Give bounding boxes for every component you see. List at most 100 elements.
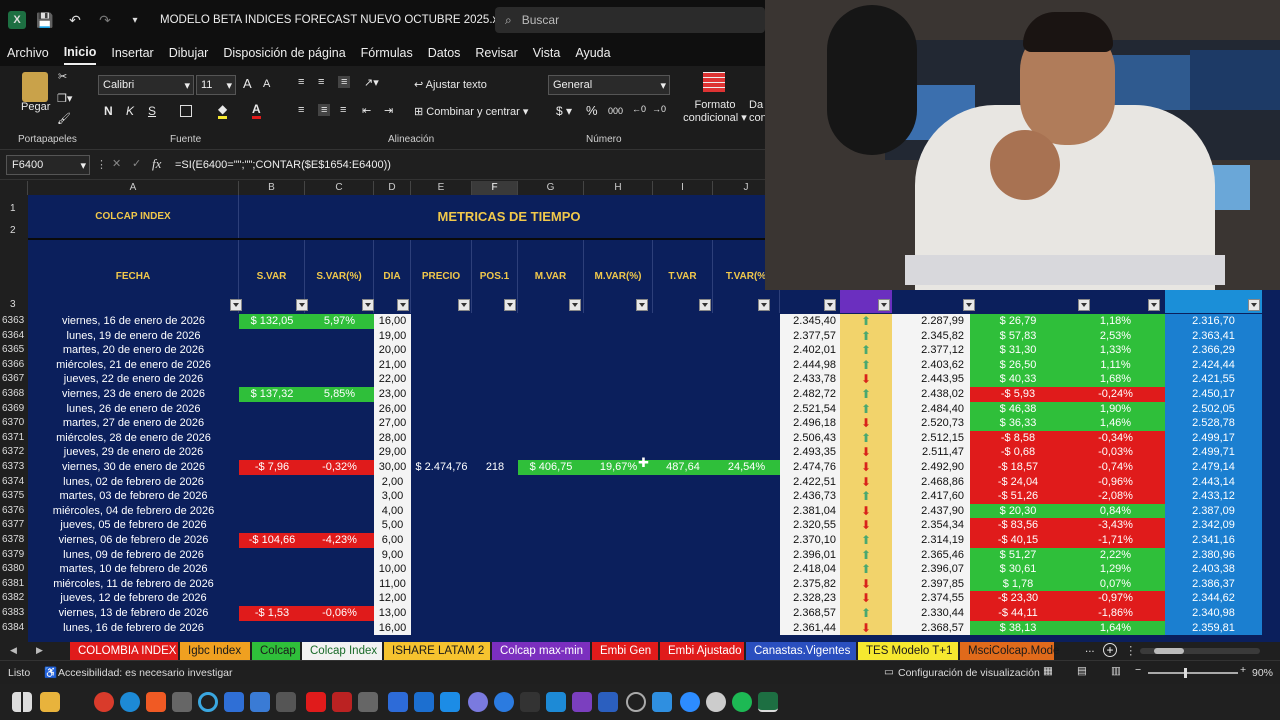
mvar-pct-cell[interactable] bbox=[584, 358, 653, 373]
forecast-cell[interactable]: 2.354,34 bbox=[892, 518, 970, 533]
align-middle-icon[interactable]: ≡ bbox=[318, 76, 324, 88]
avg-cell[interactable]: 2.341,16 bbox=[1165, 533, 1262, 548]
spotify-icon[interactable] bbox=[732, 692, 752, 712]
fecha-cell[interactable]: martes, 27 de enero de 2026 bbox=[28, 416, 239, 431]
diff-pct-cell[interactable]: -0,34% bbox=[1066, 430, 1165, 446]
tab-ishare-latam-2[interactable]: ISHARE LATAM 2 bbox=[384, 642, 490, 660]
page-layout-icon[interactable]: ▤ bbox=[1077, 665, 1087, 677]
percent-button[interactable]: % bbox=[586, 103, 598, 118]
diff-cell[interactable]: $ 38,13 bbox=[970, 620, 1066, 636]
dia-cell[interactable]: 6,00 bbox=[374, 533, 411, 548]
align-center-icon[interactable]: ≡ bbox=[318, 104, 331, 116]
mvar-pct-cell[interactable] bbox=[584, 402, 653, 417]
price-cell[interactable]: 2.506,43 bbox=[780, 430, 840, 446]
tvar-pct-cell[interactable] bbox=[713, 402, 780, 417]
normal-view-icon[interactable]: ▦ bbox=[1043, 665, 1053, 677]
menu-insertar[interactable]: Insertar bbox=[111, 42, 153, 64]
diff-cell[interactable]: -$ 40,15 bbox=[970, 533, 1066, 548]
diff-cell[interactable]: -$ 0,68 bbox=[970, 445, 1066, 460]
undo-icon[interactable]: ↶ bbox=[64, 10, 86, 30]
price-cell[interactable]: 2.496,18 bbox=[780, 416, 840, 431]
price-cell[interactable]: 2.370,10 bbox=[780, 533, 840, 548]
thousands-button[interactable]: 000 bbox=[608, 106, 623, 116]
orientation-icon[interactable]: ↗▾ bbox=[364, 76, 379, 89]
save-icon[interactable]: 💾 bbox=[34, 10, 56, 30]
zoom-slider-thumb[interactable] bbox=[1184, 668, 1187, 678]
tab-mscicolcap-mode[interactable]: MsciColcap.Mode bbox=[960, 642, 1059, 660]
dia-cell[interactable]: 9,00 bbox=[374, 547, 411, 563]
avg-cell[interactable]: 2.502,05 bbox=[1165, 401, 1262, 417]
svar-pct-cell[interactable] bbox=[305, 343, 374, 358]
price-cell[interactable]: 2.482,72 bbox=[780, 387, 840, 402]
file-explorer-icon[interactable] bbox=[40, 692, 60, 712]
svar-cell[interactable]: -$ 7,96 bbox=[239, 460, 305, 475]
price-cell[interactable]: 2.474,76 bbox=[780, 460, 840, 475]
diff-cell[interactable]: $ 46,38 bbox=[970, 401, 1066, 417]
diff-cell[interactable]: $ 40,33 bbox=[970, 372, 1066, 387]
precio-cell[interactable] bbox=[411, 387, 472, 402]
diff-pct-cell[interactable]: -3,43% bbox=[1066, 518, 1165, 533]
enter-icon[interactable]: ✓ bbox=[132, 157, 141, 170]
mvar-pct-cell[interactable] bbox=[584, 621, 653, 636]
mvar-cell[interactable]: $ 406,75 bbox=[518, 460, 584, 475]
tvar-cell[interactable] bbox=[653, 372, 713, 387]
filter-dropdown-icon[interactable] bbox=[569, 299, 581, 311]
svar-pct-cell[interactable]: 5,85% bbox=[305, 387, 374, 402]
dia-cell[interactable]: 27,00 bbox=[374, 416, 411, 431]
precio-cell[interactable] bbox=[411, 402, 472, 417]
svar-cell[interactable] bbox=[239, 504, 305, 519]
pos-cell[interactable] bbox=[472, 431, 518, 446]
svar-cell[interactable] bbox=[239, 445, 305, 460]
menu-datos[interactable]: Datos bbox=[428, 42, 461, 64]
edge-icon[interactable] bbox=[120, 692, 140, 712]
app-icon-3[interactable] bbox=[250, 692, 270, 712]
zoom-level[interactable]: 90% bbox=[1252, 667, 1273, 679]
col-header-f[interactable]: F bbox=[472, 181, 518, 195]
forecast-cell[interactable]: 2.492,90 bbox=[892, 460, 970, 475]
col-header-a[interactable]: A bbox=[28, 181, 239, 195]
forecast-cell[interactable]: 2.374,55 bbox=[892, 591, 970, 606]
diff-pct-cell[interactable]: -1,86% bbox=[1066, 606, 1165, 621]
pos-cell[interactable] bbox=[472, 562, 518, 577]
svar-pct-cell[interactable] bbox=[305, 372, 374, 387]
svar-pct-cell[interactable] bbox=[305, 358, 374, 373]
precio-cell[interactable] bbox=[411, 314, 472, 329]
svar-pct-cell[interactable] bbox=[305, 548, 374, 563]
dia-cell[interactable]: 21,00 bbox=[374, 357, 411, 373]
zoom-slider[interactable] bbox=[1148, 668, 1238, 678]
forecast-cell[interactable]: 2.345,82 bbox=[892, 328, 970, 344]
diff-pct-cell[interactable]: 1,18% bbox=[1066, 314, 1165, 329]
filter-dropdown-icon[interactable] bbox=[362, 299, 374, 311]
diff-pct-cell[interactable]: -0,24% bbox=[1066, 387, 1165, 402]
app-icon-13[interactable] bbox=[652, 692, 672, 712]
tvar-pct-cell[interactable] bbox=[713, 387, 780, 402]
tvar-pct-cell[interactable] bbox=[713, 372, 780, 387]
fecha-cell[interactable]: martes, 10 de febrero de 2026 bbox=[28, 562, 239, 577]
col-header-b[interactable]: B bbox=[239, 181, 305, 195]
number-format-select[interactable]: General ▾ bbox=[548, 75, 670, 95]
mvar-cell[interactable] bbox=[518, 402, 584, 417]
diff-pct-cell[interactable]: 1,90% bbox=[1066, 401, 1165, 417]
tab-colcap[interactable]: Colcap bbox=[252, 642, 300, 660]
precio-cell[interactable] bbox=[411, 591, 472, 606]
row-header[interactable]: 6379 bbox=[2, 549, 24, 560]
diff-pct-cell[interactable]: 0,07% bbox=[1066, 576, 1165, 592]
diff-pct-cell[interactable]: 1,33% bbox=[1066, 343, 1165, 358]
row-header[interactable]: 6367 bbox=[2, 373, 24, 384]
brave-icon[interactable] bbox=[146, 692, 166, 712]
mvar-cell[interactable] bbox=[518, 591, 584, 606]
tvar-cell[interactable] bbox=[653, 445, 713, 460]
tvar-pct-cell[interactable] bbox=[713, 343, 780, 358]
underline-button[interactable]: S bbox=[148, 104, 156, 118]
svar-cell[interactable] bbox=[239, 489, 305, 504]
row-header[interactable]: 6380 bbox=[2, 563, 24, 574]
precio-cell[interactable] bbox=[411, 358, 472, 373]
app-icon-8[interactable] bbox=[414, 692, 434, 712]
diff-cell[interactable]: -$ 23,30 bbox=[970, 591, 1066, 606]
diff-pct-cell[interactable]: -1,71% bbox=[1066, 533, 1165, 548]
app-icon-2[interactable] bbox=[224, 692, 244, 712]
avg-cell[interactable]: 2.403,38 bbox=[1165, 562, 1262, 577]
avg-cell[interactable]: 2.340,98 bbox=[1165, 606, 1262, 621]
merge-center-button[interactable]: ⊞ Combinar y centrar ▾ bbox=[414, 105, 528, 118]
copy-icon[interactable]: ❐▾ bbox=[57, 92, 72, 105]
